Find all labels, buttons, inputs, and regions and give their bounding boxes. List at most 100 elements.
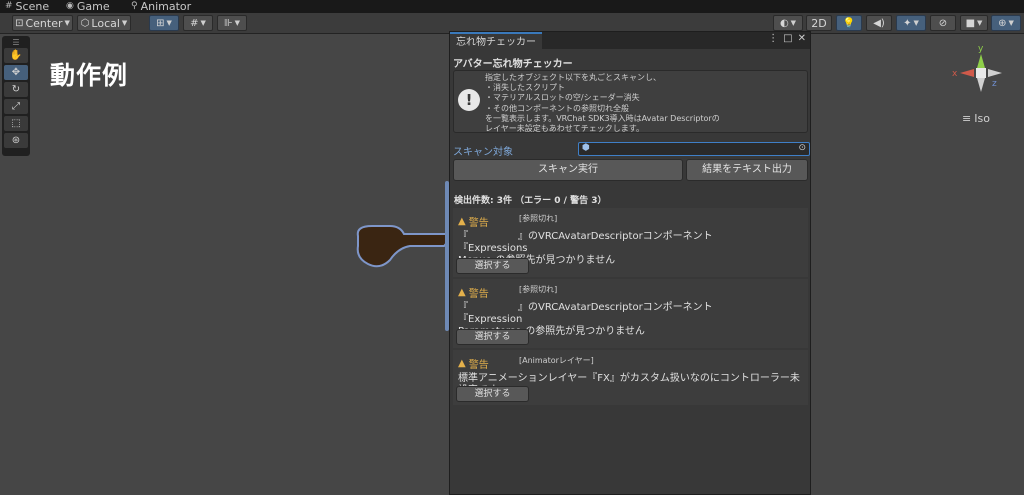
space-label: Local [91, 16, 120, 30]
help-line: レイヤー未設定もあわせてチェックします。 [485, 124, 644, 134]
window-controls: ⋮ □ ✕ [768, 33, 806, 44]
gizmo-x-label: x [952, 69, 958, 79]
checker-window-tab[interactable]: 忘れ物チェッカー [450, 32, 542, 49]
tab-scene-label: Scene [15, 0, 50, 13]
warning-icon: ▲ [458, 358, 466, 369]
scan-button[interactable]: スキャン実行 [453, 159, 683, 181]
transform-tool[interactable]: ⊛ [4, 133, 28, 148]
rotate-icon: ↻ [11, 84, 21, 95]
hash-icon: # [5, 1, 13, 11]
tab-animator[interactable]: ⚲ Animator [131, 0, 191, 13]
lightbulb-icon: 💡 [842, 17, 856, 29]
sphere-icon: ◐ [779, 17, 789, 29]
grid-snap-toggle[interactable]: ⊞ ▼ [149, 15, 179, 31]
rect-icon: ⬚ [11, 118, 21, 129]
tab-scene[interactable]: # Scene [5, 0, 49, 13]
grid-toggle[interactable]: # ▼ [183, 15, 213, 31]
projection-label[interactable]: ≡ Iso [962, 112, 990, 125]
grip-handle-icon[interactable]: ☰ [4, 38, 28, 47]
chevron-down-icon: ▼ [121, 19, 128, 27]
lighting-toggle[interactable]: 💡 [836, 15, 862, 31]
chevron-down-icon: ▼ [64, 19, 70, 27]
grid-snap-icon: ⊞ [156, 17, 165, 29]
scale-tool[interactable]: ⤢ [4, 99, 28, 114]
pivot-label: Center [25, 16, 63, 30]
category-label: [参照切れ] [519, 214, 558, 223]
visibility-toggle[interactable]: ⊘ [930, 15, 956, 31]
category-label: [Animatorレイヤー] [519, 356, 594, 365]
scan-target-label: スキャン対象 [453, 147, 513, 158]
rotate-tool[interactable]: ↻ [4, 82, 28, 97]
tab-game[interactable]: ◉ Game [66, 0, 110, 13]
help-line: ・消失したスクリプト [485, 83, 565, 93]
select-button[interactable]: 選択する [456, 386, 529, 402]
maximize-icon[interactable]: □ [783, 33, 792, 44]
gizmos-dropdown[interactable]: ⊕ ▼ [991, 15, 1021, 31]
close-icon[interactable]: ✕ [798, 33, 806, 44]
avatar-model[interactable] [350, 224, 450, 274]
space-dropdown[interactable]: ⬡ Local ▼ [77, 15, 131, 31]
projection-label-text: Iso [974, 112, 990, 125]
globe-icon: ⊕ [998, 17, 1007, 29]
help-line: ・マテリアルスロットの空/シェーダー消失 [485, 93, 640, 103]
tab-game-label: Game [76, 0, 110, 13]
category-label: [参照切れ] [519, 285, 558, 294]
gameobject-icon: ⬢ [582, 143, 590, 153]
grid-icon: # [190, 17, 199, 29]
result-item: ▲ 警告 [参照切れ] 『 』のVRCAvatarDescriptorコンポーネ… [453, 279, 808, 348]
hand-tool[interactable]: ✋ [4, 48, 28, 63]
result-item: ▲ 警告 [Animatorレイヤー] 標準アニメーションレイヤー『FX』がカス… [453, 350, 808, 405]
increment-snap-toggle[interactable]: ⊪ ▼ [217, 15, 247, 31]
animator-icon: ⚲ [131, 1, 138, 11]
warning-badge: ▲ 警告 [458, 356, 489, 371]
severity-label: 警告 [468, 289, 489, 300]
select-button[interactable]: 選択する [456, 258, 529, 274]
audio-icon: ◀) [873, 17, 885, 29]
mode-2d-toggle[interactable]: 2D [806, 15, 832, 31]
scale-icon: ⤢ [12, 101, 20, 112]
effects-dropdown[interactable]: ✦ ▼ [896, 15, 926, 31]
panel-heading: アバター忘れ物チェッカー [453, 59, 573, 70]
camera-dropdown[interactable]: ■ ▼ [960, 15, 988, 31]
warning-icon: ▲ [458, 216, 466, 227]
info-icon: ! [458, 89, 480, 111]
pivot-dropdown[interactable]: ⊡ Center ▼ [12, 15, 73, 31]
export-text-button[interactable]: 結果をテキスト出力 [686, 159, 808, 181]
result-message-line: 『 』のVRCAvatarDescriptorコンポーネント『Expressio… [458, 302, 713, 325]
effects-icon: ✦ [903, 17, 912, 29]
select-button[interactable]: 選択する [456, 329, 529, 345]
chevron-down-icon: ▼ [200, 19, 206, 27]
chevron-down-icon: ▼ [977, 19, 983, 27]
chevron-down-icon: ▼ [166, 19, 172, 27]
chevron-down-icon: ▼ [790, 19, 797, 27]
orientation-gizmo[interactable]: y x z [950, 42, 1012, 104]
cube-icon: ⬡ [80, 17, 90, 29]
result-item: ▲ 警告 [参照切れ] 『 』のVRCAvatarDescriptorコンポーネ… [453, 208, 808, 277]
severity-label: 警告 [468, 360, 489, 371]
chevron-down-icon: ▼ [234, 19, 241, 27]
more-options-icon[interactable]: ⋮ [768, 33, 778, 44]
scan-target-row: スキャン対象 ⬢ ⊙ [453, 142, 810, 158]
gizmo-z-label: z [992, 79, 997, 89]
warning-icon: ▲ [458, 287, 466, 298]
transform-toolbox: ☰ ✋ ✥ ↻ ⤢ ⬚ ⊛ [2, 36, 30, 156]
severity-label: 警告 [468, 218, 489, 229]
help-box: ! 指定したオブジェクト以下を丸ごとスキャンし、 ・消失したスクリプト ・マテリ… [453, 70, 808, 133]
object-picker-icon[interactable]: ⊙ [798, 143, 806, 153]
gizmo-y-label: y [978, 44, 984, 54]
audio-toggle[interactable]: ◀) [866, 15, 892, 31]
help-line: 指定したオブジェクト以下を丸ごとスキャンし、 [485, 73, 661, 82]
scan-target-field[interactable]: ⬢ ⊙ [578, 142, 810, 156]
result-count: 検出件数: 3件 （エラー 0 / 警告 3） [454, 196, 607, 206]
chevron-down-icon: ▼ [913, 19, 919, 27]
checker-window-tabbar: 忘れ物チェッカー ⋮ □ ✕ [450, 32, 810, 49]
warning-badge: ▲ 警告 [458, 285, 489, 300]
rect-tool[interactable]: ⬚ [4, 116, 28, 131]
help-text: 指定したオブジェクト以下を丸ごとスキャンし、 ・消失したスクリプト ・マテリアル… [485, 73, 720, 134]
mode-2d-label: 2D [811, 16, 827, 30]
move-tool[interactable]: ✥ [4, 65, 28, 80]
pivot-icon: ⊡ [15, 17, 24, 29]
camera-icon: ■ [965, 17, 976, 29]
shading-mode-dropdown[interactable]: ◐ ▼ [773, 15, 803, 31]
eye-off-icon: ⊘ [938, 17, 948, 29]
